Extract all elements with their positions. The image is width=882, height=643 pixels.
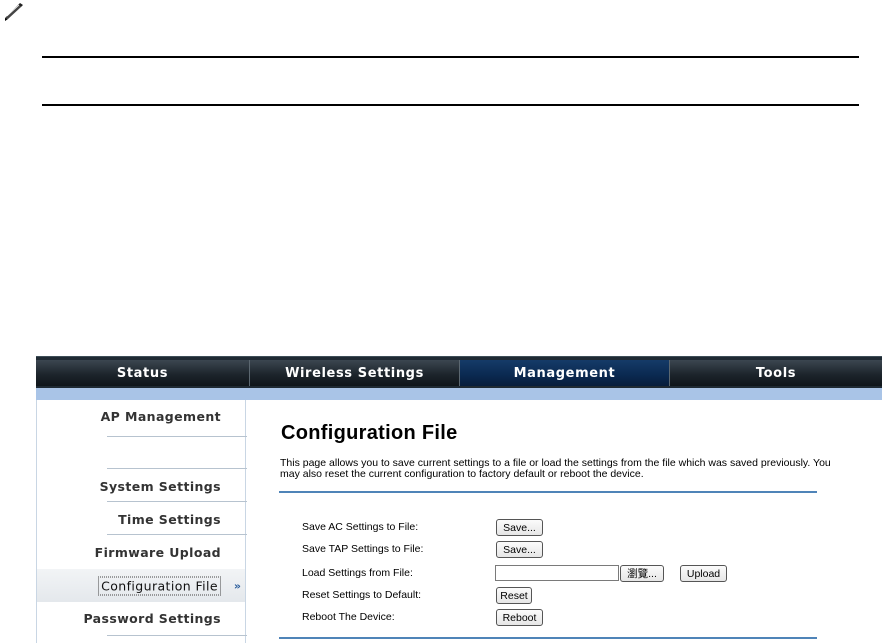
sidebar-item-password-settings[interactable]: Password Settings [37, 602, 245, 634]
sidebar-divider [107, 534, 247, 535]
sidebar-item-configuration-file[interactable]: Configuration File » [37, 569, 245, 602]
main-content: Configuration File This page allows you … [246, 400, 882, 643]
page-description: This page allows you to save current set… [280, 457, 831, 480]
reset-button[interactable]: Reset [496, 587, 532, 604]
sidebar-item-label: Password Settings [83, 610, 221, 626]
note-rule-bottom [42, 104, 859, 106]
note-rule-top [42, 56, 859, 58]
load-settings-label: Load Settings from File: [302, 567, 413, 579]
reset-label: Reset Settings to Default: [302, 589, 422, 601]
sidebar-item-time-settings[interactable]: Time Settings [37, 503, 245, 535]
chevron-double-right-icon: » [233, 579, 241, 592]
sidebar-item-label: Time Settings [118, 511, 221, 527]
save-tap-label: Save TAP Settings to File: [302, 543, 424, 555]
sidebar-item-firmware-upload[interactable]: Firmware Upload [37, 536, 245, 568]
reboot-button[interactable]: Reboot [496, 609, 543, 626]
sidebar-divider [107, 468, 247, 469]
row-save-ac: Save AC Settings to File: Save... [302, 519, 822, 537]
sidebar-item-label: Firmware Upload [94, 544, 221, 560]
browse-button[interactable]: 瀏覽... [620, 565, 664, 582]
file-path-input[interactable] [495, 565, 619, 581]
sub-nav-bar [36, 388, 882, 400]
tab-management[interactable]: Management [460, 360, 670, 386]
page-title: Configuration File [281, 422, 458, 444]
section-rule-bottom [279, 637, 817, 639]
tab-wireless-settings[interactable]: Wireless Settings [250, 360, 460, 386]
row-reboot: Reboot The Device: Reboot [302, 609, 822, 627]
configuration-file-screen: Status Wireless Settings Management Tool… [36, 356, 882, 643]
row-load-settings: Load Settings from File: 瀏覽... Upload [302, 565, 822, 583]
top-nav: Status Wireless Settings Management Tool… [36, 356, 882, 388]
sidebar-item-label: Configuration File [98, 576, 221, 595]
sidebar-item-ap-management[interactable]: AP Management [37, 400, 245, 432]
sidebar-divider [107, 635, 247, 636]
tab-tools[interactable]: Tools [670, 360, 882, 386]
sidebar-item-label: System Settings [99, 478, 221, 494]
sidebar: AP Management System Settings Time Setti… [36, 400, 247, 643]
reboot-label: Reboot The Device: [302, 611, 395, 623]
sidebar-item-system-settings[interactable]: System Settings [37, 470, 245, 502]
sidebar-item-blank [37, 436, 245, 468]
save-ac-button[interactable]: Save... [496, 519, 543, 536]
save-ac-label: Save AC Settings to File: [302, 521, 419, 533]
row-save-tap: Save TAP Settings to File: Save... [302, 541, 822, 559]
upload-button[interactable]: Upload [680, 565, 727, 582]
pencil-note-icon [5, 3, 23, 21]
section-rule-top [279, 491, 817, 493]
sidebar-divider [107, 501, 247, 502]
save-tap-button[interactable]: Save... [496, 541, 543, 558]
sidebar-item-label: AP Management [100, 408, 221, 424]
row-reset: Reset Settings to Default: Reset [302, 587, 822, 605]
tab-status[interactable]: Status [36, 360, 250, 386]
